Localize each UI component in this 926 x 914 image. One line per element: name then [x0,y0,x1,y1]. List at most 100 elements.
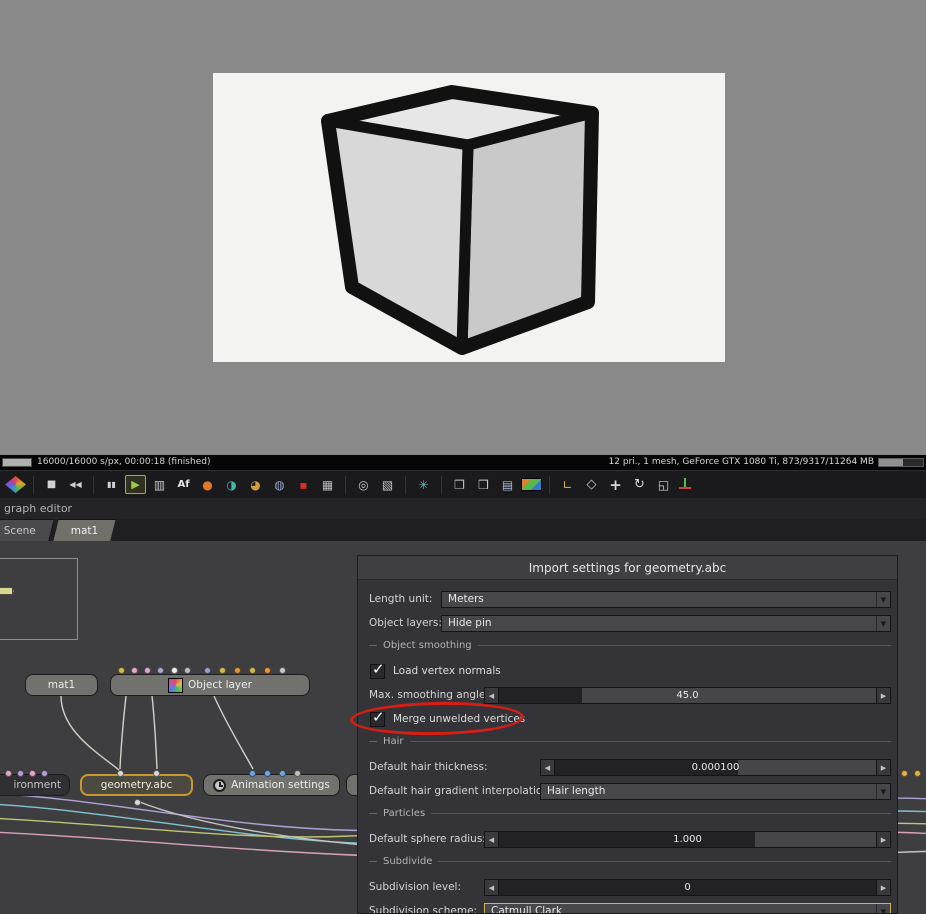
load-vertex-normals-checkbox[interactable] [370,660,385,679]
slider-decrement-icon[interactable] [485,688,498,703]
toolbar-separator [549,475,550,494]
node-output-plug[interactable] [0,587,13,595]
node-port-dot[interactable] [144,667,151,674]
node-port-dot[interactable] [249,667,256,674]
node-animation-settings[interactable]: Animation settings [203,774,340,796]
dropdown-arrow-icon[interactable] [876,616,890,631]
stop-button[interactable]: ■ [41,475,62,495]
node-port-dot[interactable] [134,799,141,806]
node-port-dot[interactable] [29,770,36,777]
node-port-dot[interactable] [184,667,191,674]
subdivision-level-slider[interactable]: 0 [484,879,891,896]
corner-snap-button[interactable]: ∟ [557,475,578,495]
slider-decrement-icon[interactable] [541,760,554,775]
checker-button[interactable]: ▦ [317,475,338,495]
slider-increment-icon[interactable] [877,880,890,895]
node-label: mat1 [47,679,76,691]
node-port-dot[interactable] [131,667,138,674]
memory-progress-bar [878,458,924,467]
node-port-dot[interactable] [279,667,286,674]
image-view-button[interactable] [521,478,542,491]
main-toolbar: ■ ◀◀ ▮▮ ▶ ▥ Af ● ◑ ◕ ◍ ▪ ▦ ◎ ▧ ✳ ❐ ❒ ▤ ∟ ◇ + ↻ ◱ [0,470,926,498]
instance-sphere-button[interactable]: ◍ [269,475,290,495]
paste-button[interactable]: ❒ [473,475,494,495]
sphere-radius-slider[interactable]: 1.000 [484,831,891,848]
slider-decrement-icon[interactable] [485,832,498,847]
slider-increment-icon[interactable] [877,832,890,847]
texture-sphere-button[interactable]: ◑ [221,475,242,495]
object-layers-dropdown[interactable]: Hide pin [441,615,891,632]
node-mat1[interactable]: mat1 [25,674,98,696]
dropdown-arrow-icon[interactable] [876,784,890,799]
play-button[interactable]: ▶ [125,475,146,494]
bbox-toggle-button[interactable]: ◇ [581,475,602,495]
gpu-memory-text: 12 pri., 1 mesh, GeForce GTX 1080 Ti, 87… [608,457,875,467]
rotate-tool-button[interactable]: ↻ [629,475,650,495]
slider-increment-icon[interactable] [877,688,890,703]
node-port-dot[interactable] [204,667,211,674]
node-port-dot[interactable] [5,770,12,777]
graph-editor-tabs: Scene mat1 [0,519,926,541]
node-port-dot[interactable] [914,770,921,777]
render-status-bar: 16000/16000 s/px, 00:00:18 (finished) 12… [0,455,926,470]
max-smoothing-angle-slider[interactable]: 45.0 [484,687,891,704]
layer-window-button[interactable]: ▤ [497,475,518,495]
node-port-dot[interactable] [219,667,226,674]
marquee-select-button[interactable]: ▧ [377,475,398,495]
length-unit-dropdown[interactable]: Meters [441,591,891,608]
dropdown-arrow-icon[interactable] [876,592,890,607]
node-port-dot[interactable] [118,667,125,674]
render-progress-text: 16000/16000 s/px, 00:00:18 (finished) [37,457,211,467]
graph-editor-title: graph editor [4,502,73,515]
dropdown-arrow-icon[interactable] [876,904,890,913]
move-tool-button[interactable]: + [605,475,626,495]
tab-mat1[interactable]: mat1 [52,519,118,541]
spray-tool-button[interactable]: ✳ [413,475,434,495]
merge-unwelded-row: Merge unwelded vertices [370,708,525,727]
info-button[interactable]: ▪ [293,475,314,495]
skip-to-start-button[interactable]: ◀◀ [65,475,86,495]
merge-unwelded-vertices-checkbox[interactable] [370,708,385,727]
font-tool-button[interactable]: Af [173,475,194,495]
shading-sphere-button[interactable]: ◕ [245,475,266,495]
subdivision-level-label: Subdivision level: [369,881,462,893]
node-port-dot[interactable] [41,770,48,777]
node-geometry[interactable]: geometry.abc [80,774,193,796]
zoom-tool-button[interactable]: ◎ [353,475,374,495]
axis-gizmo-button[interactable] [677,476,698,493]
node-port-dot[interactable] [153,770,160,777]
node-port-dot[interactable] [117,770,124,777]
node-port-dot[interactable] [171,667,178,674]
node-port-dot[interactable] [279,770,286,777]
node-object-layer[interactable]: Object layer [110,674,310,696]
fit-view-button[interactable]: ◱ [653,475,674,495]
node-port-dot[interactable] [234,667,241,674]
node-port-dot[interactable] [17,770,24,777]
copy-button[interactable]: ❐ [449,475,470,495]
node-port-dot[interactable] [264,667,271,674]
app-logo-icon[interactable] [5,476,26,493]
toon-cube-illustration [321,85,599,355]
node-port-dot[interactable] [264,770,271,777]
tab-scene[interactable]: Scene [0,519,55,541]
node-port-dot[interactable] [157,667,164,674]
subdivision-scheme-dropdown[interactable]: Catmull Clark [484,903,891,913]
node-port-dot[interactable] [901,770,908,777]
hair-thickness-slider[interactable]: 0.000100 [540,759,891,776]
material-sphere-button[interactable]: ● [197,475,218,495]
render-display-button[interactable]: ▥ [149,475,170,495]
hair-gradient-dropdown[interactable]: Hair length [540,783,891,800]
slider-decrement-icon[interactable] [485,880,498,895]
clock-icon [213,778,227,792]
node-label: Object layer [188,679,252,691]
toolbar-separator [345,475,346,494]
hair-thickness-label: Default hair thickness: [369,761,488,773]
node-port-dot[interactable] [249,770,256,777]
collapsed-node-box[interactable] [0,558,78,640]
node-port-dot[interactable] [294,770,301,777]
slider-increment-icon[interactable] [877,760,890,775]
node-environment[interactable]: ironment [0,774,70,796]
pause-button[interactable]: ▮▮ [101,475,122,495]
toolbar-separator [405,475,406,494]
toolbar-separator [441,475,442,494]
